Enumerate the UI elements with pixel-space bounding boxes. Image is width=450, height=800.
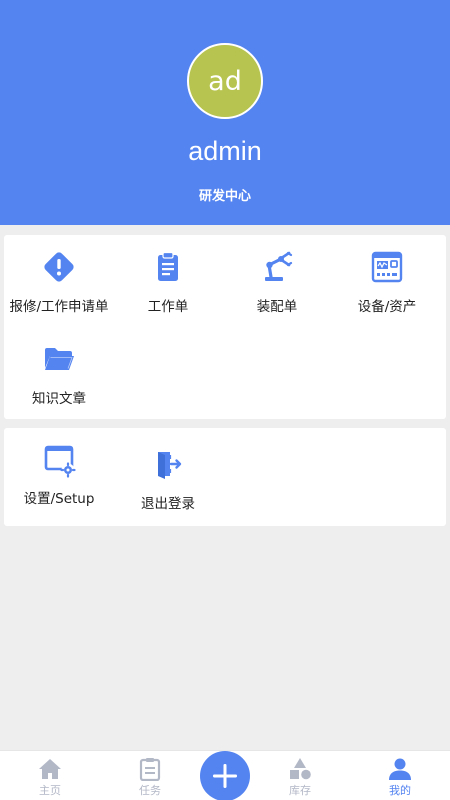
menu-label: 装配单 — [256, 299, 298, 315]
avatar[interactable]: ad — [187, 43, 263, 119]
menu-work-order[interactable]: 工作单 — [113, 249, 223, 315]
menu-equipment-assets[interactable]: 设备/资产 — [332, 249, 442, 315]
plus-icon — [213, 764, 237, 788]
robot-arm-icon — [265, 251, 293, 281]
menu-knowledge-articles[interactable]: 知识文章 — [4, 341, 114, 407]
tab-tasks[interactable]: 任务 — [105, 751, 195, 800]
tab-label: 我的 — [389, 784, 411, 797]
profile-header: ad admin 研发中心 — [0, 0, 450, 225]
tab-home[interactable]: 主页 — [5, 751, 95, 800]
window-gear-icon — [44, 445, 76, 478]
clipboard-icon — [158, 251, 178, 281]
shapes-icon — [290, 758, 311, 780]
menu-label: 设备/资产 — [357, 299, 417, 315]
menu-label: 设置/Setup — [23, 491, 95, 507]
menu-card: 报修/工作申请单 工作单 装配单 设备/资产 知识文章 — [4, 235, 446, 419]
menu-assembly-order[interactable]: 装配单 — [222, 249, 332, 315]
folder-open-icon — [45, 348, 74, 370]
logout-door-icon — [158, 452, 182, 479]
department-label: 研发中心 — [198, 189, 251, 204]
tab-label: 主页 — [39, 784, 61, 797]
tab-label: 任务 — [139, 784, 161, 797]
menu-label: 报修/工作申请单 — [9, 299, 109, 315]
tab-mine[interactable]: 我的 — [355, 751, 445, 800]
add-button[interactable] — [200, 751, 250, 800]
tab-inventory[interactable]: 库存 — [255, 751, 345, 800]
menu-label: 退出登录 — [141, 496, 195, 512]
menu-label: 知识文章 — [32, 391, 86, 407]
device-panel-icon — [371, 251, 403, 283]
warning-diamond-icon — [44, 252, 74, 282]
user-icon — [389, 758, 411, 780]
menu-logout[interactable]: 退出登录 — [113, 446, 223, 512]
home-icon — [39, 759, 61, 779]
tab-label: 库存 — [289, 784, 311, 797]
task-clipboard-icon — [139, 758, 161, 781]
menu-label: 工作单 — [147, 299, 189, 315]
settings-card: 设置/Setup 退出登录 — [4, 428, 446, 526]
menu-setup[interactable]: 设置/Setup — [4, 443, 114, 507]
menu-repair-request[interactable]: 报修/工作申请单 — [4, 249, 114, 315]
username: admin — [188, 136, 262, 166]
